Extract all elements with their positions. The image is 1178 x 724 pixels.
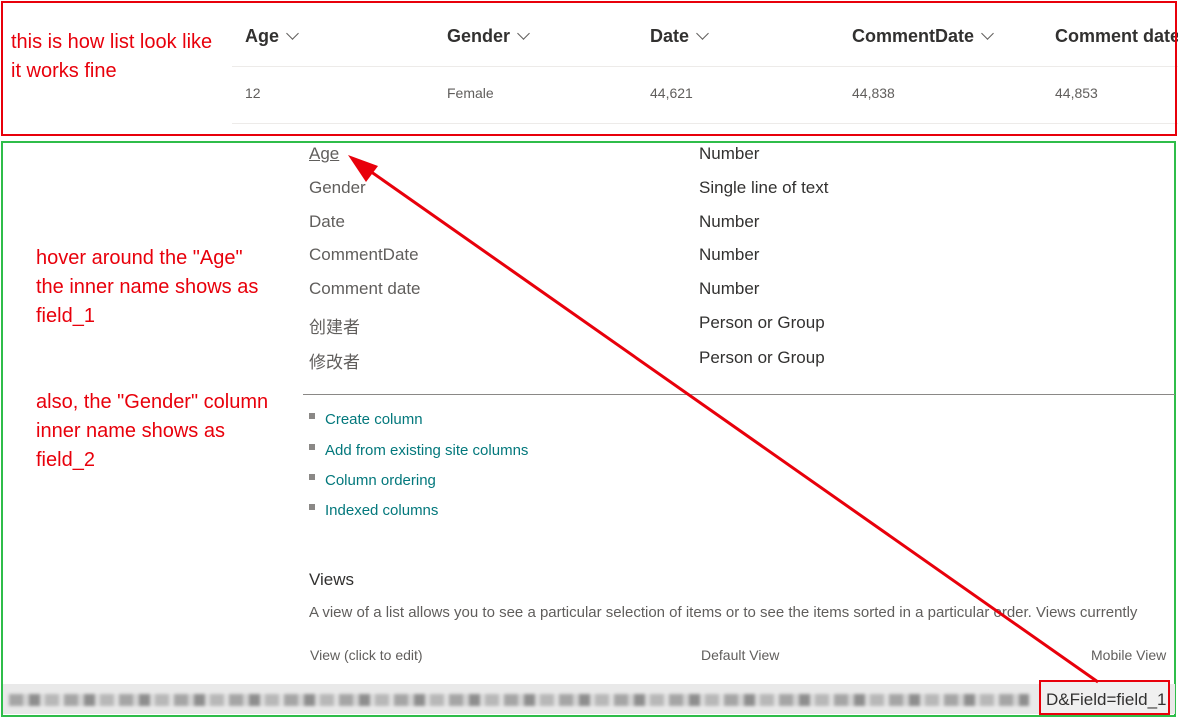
field-link-gender[interactable]: Gender: [309, 178, 366, 198]
field-type: Person or Group: [699, 313, 825, 332]
hover-note: hover around the "Age" the inner name sh…: [36, 247, 259, 327]
field-link-modified-by[interactable]: 修改者: [309, 348, 360, 373]
views-column-mobile: Mobile View: [1091, 647, 1167, 663]
create-column-link[interactable]: Create column: [309, 411, 423, 428]
field-link-age[interactable]: Age: [309, 144, 339, 164]
field-type: Number: [699, 212, 760, 231]
field-link-commentdate[interactable]: CommentDate: [309, 245, 419, 265]
views-heading: Views: [309, 570, 355, 589]
section-divider: [303, 394, 1175, 395]
indexed-columns-link[interactable]: Indexed columns: [309, 502, 438, 519]
browser-status-bar: [3, 684, 1175, 714]
blurred-url: [9, 694, 1029, 706]
field-type: Person or Group: [699, 348, 825, 367]
status-url-fragment: D&Field=field_1: [1044, 690, 1167, 710]
views-description: A view of a list allows you to see a par…: [309, 604, 1138, 621]
add-existing-columns-link[interactable]: Add from existing site columns: [309, 442, 528, 459]
field-link-comment-date[interactable]: Comment date: [309, 279, 421, 299]
field-type: Single line of text: [699, 178, 829, 197]
bullet-icon: [309, 504, 315, 510]
field-type: Number: [699, 144, 760, 163]
views-column-default: Default View: [701, 647, 780, 663]
bullet-icon: [309, 413, 315, 419]
gender-note: also, the "Gender" column inner name sho…: [36, 391, 269, 471]
views-column-view: View (click to edit): [310, 647, 423, 663]
link-label[interactable]: Add from existing site columns: [325, 442, 528, 459]
link-label[interactable]: Create column: [325, 411, 423, 428]
bullet-icon: [309, 474, 315, 480]
field-type: Number: [699, 245, 760, 264]
field-link-created-by[interactable]: 创建者: [309, 313, 360, 338]
link-label[interactable]: Indexed columns: [325, 502, 438, 519]
bullet-icon: [309, 444, 315, 450]
field-type: Number: [699, 279, 760, 298]
link-label[interactable]: Column ordering: [325, 472, 436, 489]
column-ordering-link[interactable]: Column ordering: [309, 472, 436, 489]
list-note: this is how list look like it works fine: [11, 31, 213, 82]
field-link-date[interactable]: Date: [309, 212, 345, 232]
